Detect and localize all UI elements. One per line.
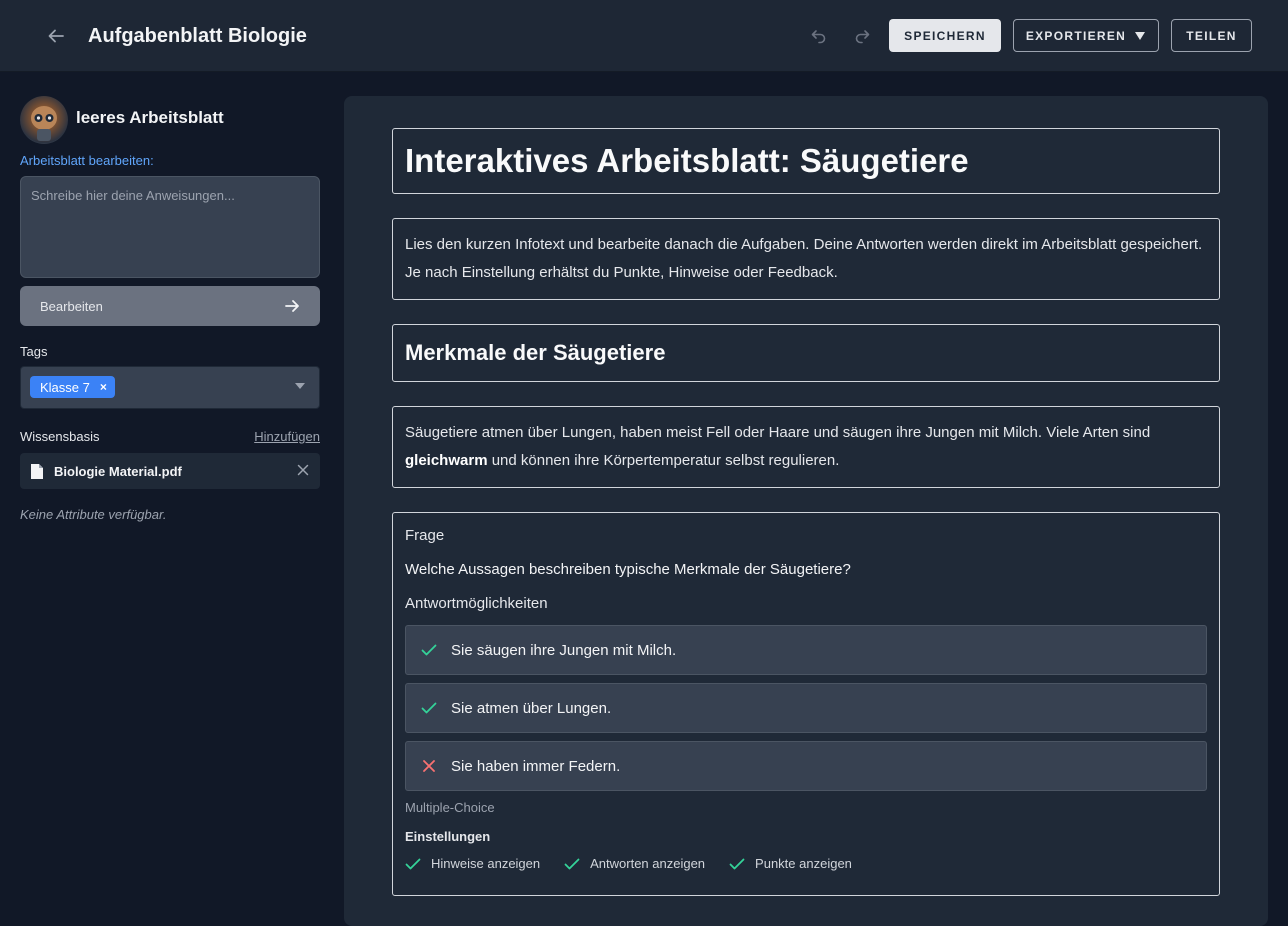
chevron-down-icon[interactable] [295,383,305,389]
question-block[interactable]: Frage Welche Aussagen beschreiben typisc… [392,512,1220,896]
setting-answers[interactable]: Antworten anzeigen [564,856,705,871]
worksheet-panel: Interaktives Arbeitsblatt: Säugetiere Li… [344,96,1268,926]
no-attributes-text: Keine Attribute verfügbar. [20,507,167,522]
question-text: Welche Aussagen beschreiben typische Mer… [405,561,851,578]
top-bar: Aufgabenblatt Biologie SPEICHERN EXPORTI… [0,0,1288,72]
check-icon [420,702,438,714]
intro-block[interactable]: Lies den kurzen Infotext und bearbeite d… [392,218,1220,300]
settings-row: Hinweise anzeigen Antworten anzeigen Pun… [405,856,852,871]
answer-option-text: Sie haben immer Federn. [451,757,621,775]
check-icon [420,644,438,656]
knowledge-base-label: Wissensbasis [20,429,100,444]
cross-icon [420,759,438,773]
redo-icon [855,30,870,44]
export-button-label: EXPORTIEREN [1025,28,1127,43]
setting-label: Punkte anzeigen [755,856,852,871]
undo-button[interactable] [807,24,831,48]
tags-select[interactable]: Klasse 7 × [20,366,320,409]
check-icon [564,858,580,869]
export-button[interactable]: EXPORTIEREN [1013,19,1159,52]
section-heading-block[interactable]: Merkmale der Säugetiere [392,324,1220,382]
share-button-label: TEILEN [1186,28,1237,43]
answer-option-text: Sie säugen ihre Jungen mit Milch. [451,641,677,659]
edit-worksheet-label: Arbeitsblatt bearbeiten: [20,153,154,168]
caret-down-icon [1135,31,1146,40]
save-button[interactable]: SPEICHERN [889,19,1001,52]
avatar [20,96,68,144]
tags-label: Tags [20,344,48,359]
setting-hints[interactable]: Hinweise anzeigen [405,856,540,871]
setting-points[interactable]: Punkte anzeigen [729,856,852,871]
save-button-label: SPEICHERN [904,28,986,43]
edit-button[interactable]: Bearbeiten [20,286,320,326]
back-button[interactable] [42,22,70,50]
worksheet-name: leeres Arbeitsblatt [76,108,224,127]
instructions-input[interactable] [20,176,320,278]
check-icon [729,858,745,869]
answer-option[interactable]: Sie säugen ihre Jungen mit Milch. [405,625,1207,675]
page-title: Aufgabenblatt Biologie [88,25,307,47]
question-kicker: Frage [405,527,445,544]
file-icon [30,463,44,480]
title-block[interactable]: Interaktives Arbeitsblatt: Säugetiere [392,128,1220,194]
info-bold: gleichwarm [405,452,488,469]
setting-label: Antworten anzeigen [590,856,706,871]
section-title: Merkmale der Säugetiere [405,340,666,365]
arrow-right-icon [285,300,299,312]
settings-heading: Einstellungen [405,829,491,844]
share-button[interactable]: TEILEN [1171,19,1252,52]
answer-option-text: Sie atmen über Lungen. [451,699,612,717]
tag-label: Klasse 7 [40,379,90,395]
info-text: Säugetiere atmen über Lungen, haben meis… [405,424,1151,469]
worksheet-title: Interaktives Arbeitsblatt: Säugetiere [405,142,969,179]
edit-button-label: Bearbeiten [40,298,103,314]
question-type: Multiple-Choice [405,800,495,815]
tag-remove-icon[interactable]: × [100,380,107,394]
check-icon [405,858,421,869]
undo-icon [811,30,826,44]
answer-option[interactable]: Sie haben immer Federn. [405,741,1207,791]
redo-button[interactable] [850,24,874,48]
options-label: Antwortmöglichkeiten [405,595,548,612]
close-icon[interactable] [296,463,310,477]
file-name: Biologie Material.pdf [54,463,182,479]
setting-label: Hinweise anzeigen [431,856,541,871]
file-item[interactable]: Biologie Material.pdf [20,453,320,489]
answer-option[interactable]: Sie atmen über Lungen. [405,683,1207,733]
arrow-left-icon [48,29,64,43]
info-block[interactable]: Säugetiere atmen über Lungen, haben meis… [392,406,1220,488]
knowledge-add-link[interactable]: Hinzufügen [254,429,320,444]
intro-text: Lies den kurzen Infotext und bearbeite d… [405,236,1203,281]
tag-chip: Klasse 7 × [30,376,115,398]
